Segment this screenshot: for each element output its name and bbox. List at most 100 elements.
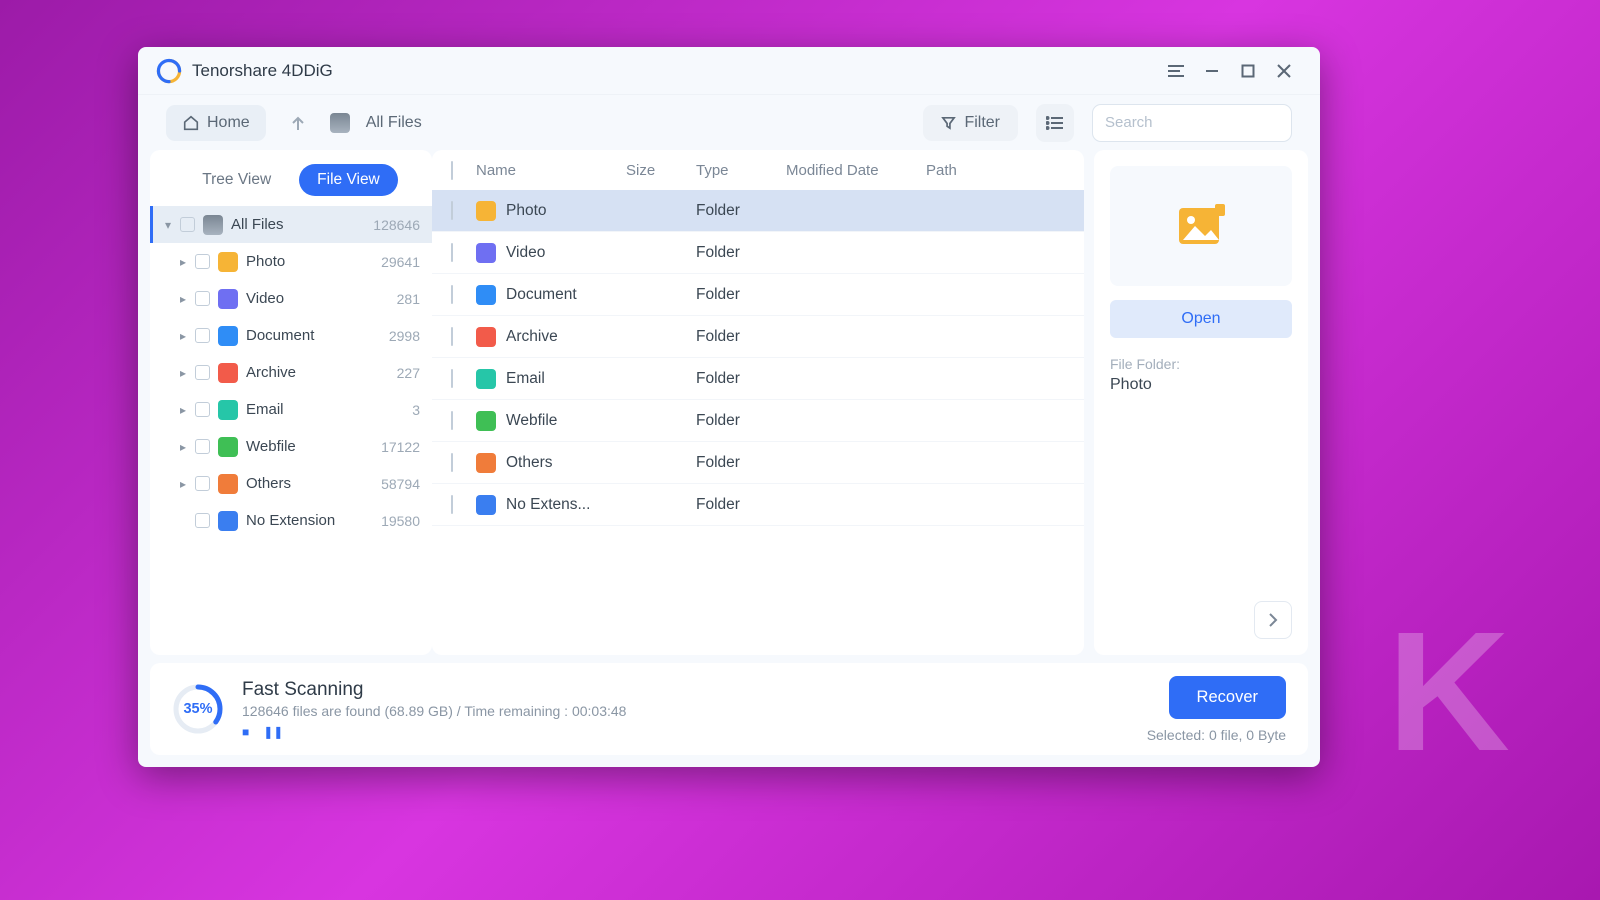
th-size[interactable]: Size: [626, 162, 696, 179]
tree-item[interactable]: ▸Email3: [150, 391, 432, 428]
tree-item[interactable]: ▸Photo29641: [150, 243, 432, 280]
tree-item[interactable]: ▸Archive227: [150, 354, 432, 391]
file-type-icon: [476, 411, 496, 431]
scan-title: Fast Scanning: [242, 679, 1147, 701]
tree-root-all-files[interactable]: ▾ All Files 128646: [150, 206, 432, 243]
checkbox[interactable]: [195, 254, 210, 269]
th-modified[interactable]: Modified Date: [786, 162, 926, 179]
table-header: Name Size Type Modified Date Path: [432, 150, 1084, 190]
stop-button[interactable]: ■: [242, 725, 249, 739]
close-icon[interactable]: [1266, 53, 1302, 89]
checkbox[interactable]: [195, 328, 210, 343]
preview-meta-value: Photo: [1110, 376, 1292, 394]
app-logo-icon: [156, 58, 182, 84]
caret-right-icon: ▸: [176, 292, 190, 306]
scan-info: Fast Scanning 128646 files are found (68…: [242, 679, 1147, 739]
tree-item[interactable]: ▸Document2998: [150, 317, 432, 354]
checkbox[interactable]: [451, 285, 453, 304]
home-icon: [182, 114, 200, 132]
tab-file-view[interactable]: File View: [299, 164, 398, 196]
open-button[interactable]: Open: [1110, 300, 1292, 338]
recover-button[interactable]: Recover: [1169, 676, 1286, 719]
view-tabs: Tree View File View: [150, 164, 432, 196]
row-name: Archive: [506, 328, 558, 346]
breadcrumb-label: All Files: [366, 114, 422, 132]
filter-icon: [941, 115, 956, 130]
disk-icon: [203, 215, 223, 235]
up-button[interactable]: [282, 107, 314, 139]
sidebar: Tree View File View ▾ All Files 128646 ▸…: [150, 150, 432, 655]
row-type: Folder: [696, 244, 786, 262]
tree-item-label: Email: [246, 401, 412, 418]
checkbox[interactable]: [195, 291, 210, 306]
checkbox[interactable]: [451, 369, 453, 388]
table-row[interactable]: No Extens... Folder: [432, 484, 1084, 526]
th-path[interactable]: Path: [926, 162, 1070, 179]
row-name: Document: [506, 286, 577, 304]
checkbox[interactable]: [451, 411, 453, 430]
checkbox[interactable]: [451, 495, 453, 514]
search-box[interactable]: [1092, 104, 1292, 142]
scan-subtitle: 128646 files are found (68.89 GB) / Time…: [242, 703, 1147, 719]
pause-button[interactable]: ❚❚: [263, 725, 283, 739]
progress-percent: 35%: [172, 683, 224, 735]
file-type-icon: [476, 201, 496, 221]
filter-button[interactable]: Filter: [923, 105, 1018, 141]
next-button[interactable]: [1254, 601, 1292, 639]
image-icon: [1177, 204, 1225, 248]
tab-tree-view[interactable]: Tree View: [184, 164, 289, 196]
caret-right-icon: ▸: [176, 440, 190, 454]
row-name: Others: [506, 454, 553, 472]
row-name: Photo: [506, 202, 547, 220]
checkbox[interactable]: [195, 365, 210, 380]
row-type: Folder: [696, 328, 786, 346]
checkbox[interactable]: [451, 327, 453, 346]
tree-item-label: Webfile: [246, 438, 381, 455]
table-row[interactable]: EmailFolder: [432, 358, 1084, 400]
table-row[interactable]: Others Folder: [432, 442, 1084, 484]
row-type: Folder: [696, 412, 786, 430]
category-icon: [218, 511, 238, 531]
progress-ring: 35%: [172, 683, 224, 735]
row-name: No Extens...: [506, 496, 590, 514]
table-row[interactable]: Archive Folder: [432, 316, 1084, 358]
file-table: Name Size Type Modified Date Path PhotoF…: [432, 150, 1084, 655]
tree-item[interactable]: ▸Video281: [150, 280, 432, 317]
tree-item[interactable]: ▸Others58794: [150, 465, 432, 502]
tree-item-count: 17122: [381, 439, 420, 455]
menu-icon[interactable]: [1158, 53, 1194, 89]
checkbox[interactable]: [195, 476, 210, 491]
table-row[interactable]: DocumentFolder: [432, 274, 1084, 316]
row-type: Folder: [696, 496, 786, 514]
list-view-button[interactable]: [1036, 104, 1074, 142]
table-row[interactable]: VideoFolder: [432, 232, 1084, 274]
minimize-icon[interactable]: [1194, 53, 1230, 89]
tree-item-count: 2998: [389, 328, 420, 344]
checkbox[interactable]: [195, 439, 210, 454]
checkbox[interactable]: [180, 217, 195, 232]
breadcrumb-all-files[interactable]: All Files: [330, 113, 422, 133]
checkbox-all[interactable]: [451, 161, 453, 180]
file-type-icon: [476, 369, 496, 389]
list-icon: [1046, 116, 1064, 130]
checkbox[interactable]: [195, 402, 210, 417]
th-type[interactable]: Type: [696, 162, 786, 179]
file-type-icon: [476, 285, 496, 305]
table-row[interactable]: PhotoFolder: [432, 190, 1084, 232]
home-button[interactable]: Home: [166, 105, 266, 141]
checkbox[interactable]: [451, 243, 453, 262]
tree-item-count: 19580: [381, 513, 420, 529]
row-type: Folder: [696, 454, 786, 472]
table-row[interactable]: WebfileFolder: [432, 400, 1084, 442]
row-type: Folder: [696, 370, 786, 388]
preview-panel: Open File Folder: Photo: [1094, 150, 1308, 655]
checkbox[interactable]: [195, 513, 210, 528]
tree-item[interactable]: ▸ Webfile17122: [150, 428, 432, 465]
checkbox[interactable]: [451, 453, 453, 472]
checkbox[interactable]: [451, 201, 453, 220]
tree-item[interactable]: No Extension19580: [150, 502, 432, 539]
th-name[interactable]: Name: [476, 162, 626, 179]
search-input[interactable]: [1105, 114, 1304, 131]
maximize-icon[interactable]: [1230, 53, 1266, 89]
disk-icon: [330, 113, 350, 133]
